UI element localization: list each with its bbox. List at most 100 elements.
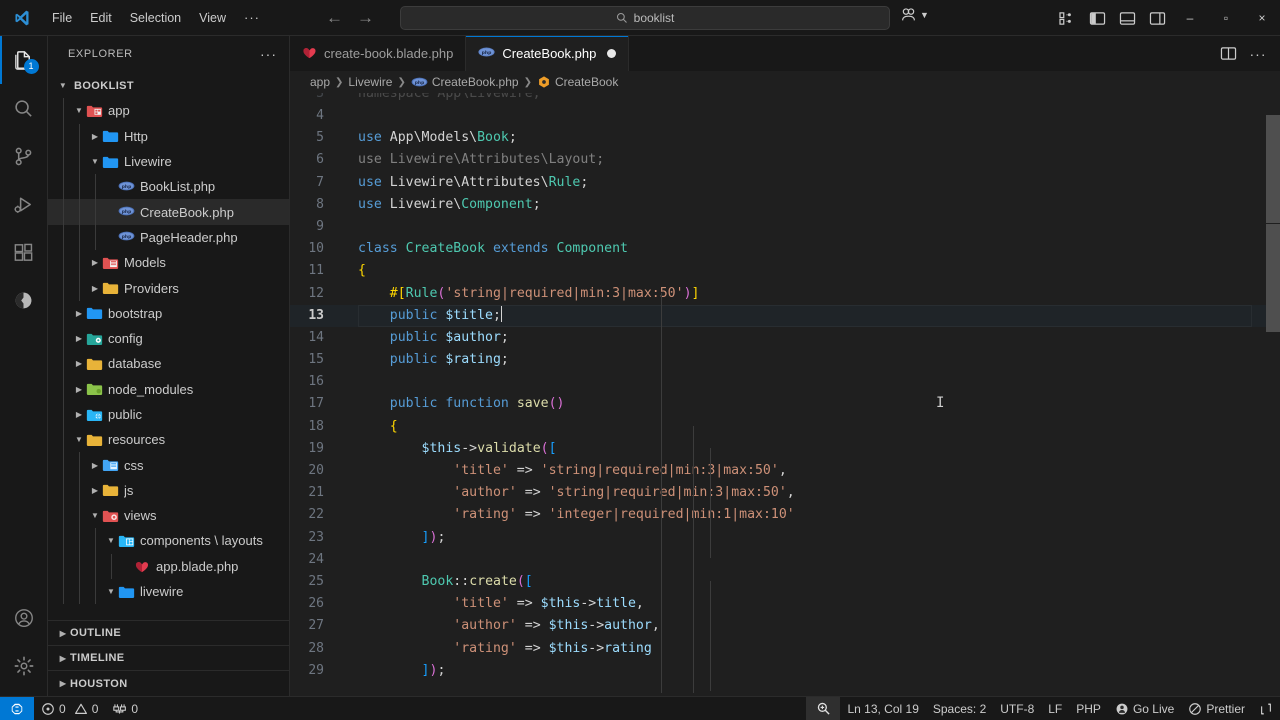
code-text[interactable]: public $title; (346, 305, 502, 327)
activity-item-run-and-debug[interactable] (0, 180, 48, 228)
chevron-down-icon[interactable]: ▼ (88, 155, 102, 169)
chevron-right-icon[interactable]: ▶ (88, 458, 102, 472)
code-line-16[interactable]: 16 (290, 371, 1280, 393)
code-line-28[interactable]: 28 'rating' => $this->rating (290, 638, 1280, 660)
code-text[interactable]: use App\Models\Book; (346, 127, 517, 149)
status-editor-position[interactable]: Ln 13, Col 19 (840, 697, 925, 720)
code-text[interactable]: public function save() (346, 393, 565, 415)
code-text[interactable]: 'author' => $this->author, (346, 615, 659, 637)
activity-item-settings[interactable] (0, 642, 48, 690)
chevron-right-icon[interactable]: ▶ (72, 382, 86, 396)
breadcrumb[interactable]: app ❯ Livewire ❯ php CreateBook.php ❯ CreateBoo… (290, 71, 1280, 93)
code-text[interactable]: use Livewire\Attributes\Rule; (346, 172, 588, 194)
tree-folder-public[interactable]: ▶ public (48, 401, 289, 428)
tree-file-app.blade.php[interactable]: ▶app.blade.php (48, 553, 289, 579)
arrow-left-icon[interactable]: ← (326, 9, 343, 26)
arrow-right-icon[interactable]: → (357, 9, 374, 26)
menu-view[interactable]: View (191, 8, 234, 28)
code-text[interactable]: 'title' => $this->title, (346, 593, 644, 615)
chevron-right-icon[interactable]: ▶ (72, 408, 86, 422)
code-text[interactable]: $this->validate([ (346, 438, 557, 460)
code-line-13[interactable]: 13 public $title; (290, 304, 1280, 328)
tree-file-booklist.php[interactable]: ▶phpBookList.php (48, 174, 289, 200)
chevron-down-icon[interactable]: ▼ (104, 534, 118, 548)
code-text[interactable]: 'author' => 'string|required|min:3|max:5… (346, 482, 794, 504)
code-line-20[interactable]: 20 'title' => 'string|required|min:3|max… (290, 460, 1280, 482)
code-line-7[interactable]: 7 use Livewire\Attributes\Rule; (290, 172, 1280, 194)
tree-folder-components-layouts[interactable]: ▼ components \ layouts (48, 528, 289, 554)
code-text[interactable]: class CreateBook extends Component (346, 238, 628, 260)
tab-create-book-blade-php[interactable]: create-book.blade.php (290, 36, 467, 71)
split-editor-icon[interactable] (1214, 36, 1242, 71)
file-tree[interactable]: ▼ BOOKLIST ▼ app ▶ Http ▼ Livewire ▶ php BookList.… (48, 71, 289, 620)
tree-folder-config[interactable]: ▶ config (48, 325, 289, 352)
code-line-9[interactable]: 9 (290, 216, 1280, 238)
code-line-3[interactable]: 3 namespace App\Livewire; (290, 93, 1280, 105)
code-line-4[interactable]: 4 (290, 105, 1280, 127)
breadcrumb-item-createbook[interactable]: CreateBook (537, 75, 618, 89)
chevron-right-icon[interactable]: ▶ (88, 281, 102, 295)
sidebar-panel-timeline[interactable]: ▶ TIMELINE (48, 646, 289, 671)
activity-item-source-control[interactable] (0, 132, 48, 180)
tree-folder-app[interactable]: ▼ app (48, 98, 289, 124)
code-line-11[interactable]: 11 { (290, 260, 1280, 282)
toggle-panel-icon[interactable] (1112, 0, 1142, 36)
tree-folder-http[interactable]: ▶ Http (48, 123, 289, 149)
tree-folder-views[interactable]: ▼ views (48, 503, 289, 529)
ellipsis-icon[interactable]: ··· (256, 46, 281, 62)
code-lines[interactable]: 3 namespace App\Livewire; 4 5 use App\Models… (290, 93, 1280, 696)
activity-item-accounts[interactable] (0, 594, 48, 642)
status-eol[interactable]: LF (1041, 697, 1069, 720)
activity-item-search[interactable] (0, 84, 48, 132)
status-indentation[interactable]: Spaces: 2 (926, 697, 993, 720)
code-editor[interactable]: 3 namespace App\Livewire; 4 5 use App\Models… (290, 93, 1280, 696)
code-text[interactable]: ]); (346, 527, 446, 549)
code-text[interactable]: #[Rule('string|required|min:3|max:50')] (346, 283, 700, 305)
code-line-24[interactable]: 24 (290, 549, 1280, 571)
code-line-25[interactable]: 25 Book::create([ (290, 571, 1280, 593)
tree-folder-livewire[interactable]: ▼ Livewire (48, 148, 289, 175)
code-line-17[interactable]: 17 public function save() (290, 393, 1280, 415)
editor-scrollbar-thumb-upper[interactable] (1266, 115, 1280, 223)
code-text[interactable]: public $rating; (346, 349, 509, 371)
chevron-down-icon[interactable]: ▼ (104, 585, 118, 599)
toggle-primary-sidebar-icon[interactable] (1082, 0, 1112, 36)
menu-more-button[interactable]: ··· (236, 7, 268, 28)
toggle-secondary-sidebar-icon[interactable] (1142, 0, 1172, 36)
menu-selection[interactable]: Selection (122, 8, 189, 28)
window-maximize-button[interactable]: ▫ (1208, 0, 1244, 36)
tab-dirty-indicator[interactable] (607, 49, 617, 58)
zoom-icon[interactable] (806, 696, 841, 720)
code-line-14[interactable]: 14 public $author; (290, 327, 1280, 349)
status-go-live[interactable]: Go Live (1108, 697, 1181, 720)
code-line-19[interactable]: 19 $this->validate([ (290, 438, 1280, 460)
sidebar-panel-outline[interactable]: ▶ OUTLINE (48, 621, 289, 646)
status-notifications[interactable] (1252, 697, 1280, 720)
code-line-18[interactable]: 18 { (290, 416, 1280, 438)
code-text[interactable]: { (346, 260, 366, 282)
status-ports[interactable]: 0 (105, 697, 145, 720)
remote-window-button[interactable] (0, 696, 34, 720)
activity-item-explorer[interactable]: 1 (0, 36, 48, 84)
code-text[interactable]: 'title' => 'string|required|min:3|max:50… (346, 460, 786, 482)
code-line-12[interactable]: 12 #[Rule('string|required|min:3|max:50'… (290, 283, 1280, 305)
code-line-22[interactable]: 22 'rating' => 'integer|required|min:1|m… (290, 504, 1280, 526)
tree-folder-livewire[interactable]: ▼ livewire (48, 578, 289, 605)
menu-edit[interactable]: Edit (82, 8, 120, 28)
code-line-6[interactable]: 6 use Livewire\Attributes\Layout; (290, 149, 1280, 171)
remote-account-button[interactable]: ▼ (900, 7, 929, 22)
tree-file-createbook.php[interactable]: ▶phpCreateBook.php (48, 199, 289, 225)
window-close-button[interactable]: × (1244, 0, 1280, 36)
code-line-8[interactable]: 8 use Livewire\Component; (290, 194, 1280, 216)
status-problems[interactable]: 0 0 (34, 697, 105, 720)
tree-folder-database[interactable]: ▶ database (48, 351, 289, 377)
more-actions-icon[interactable]: ··· (1244, 36, 1272, 71)
code-text[interactable]: ]); (346, 660, 446, 682)
chevron-right-icon[interactable]: ▶ (72, 357, 86, 371)
status-language-mode[interactable]: PHP (1069, 697, 1108, 720)
activity-item-database[interactable] (0, 276, 48, 324)
code-text[interactable]: { (346, 416, 398, 438)
status-prettier[interactable]: Prettier (1181, 697, 1252, 720)
chevron-down-icon[interactable]: ▼ (72, 104, 86, 118)
chevron-right-icon[interactable]: ▶ (88, 256, 102, 270)
